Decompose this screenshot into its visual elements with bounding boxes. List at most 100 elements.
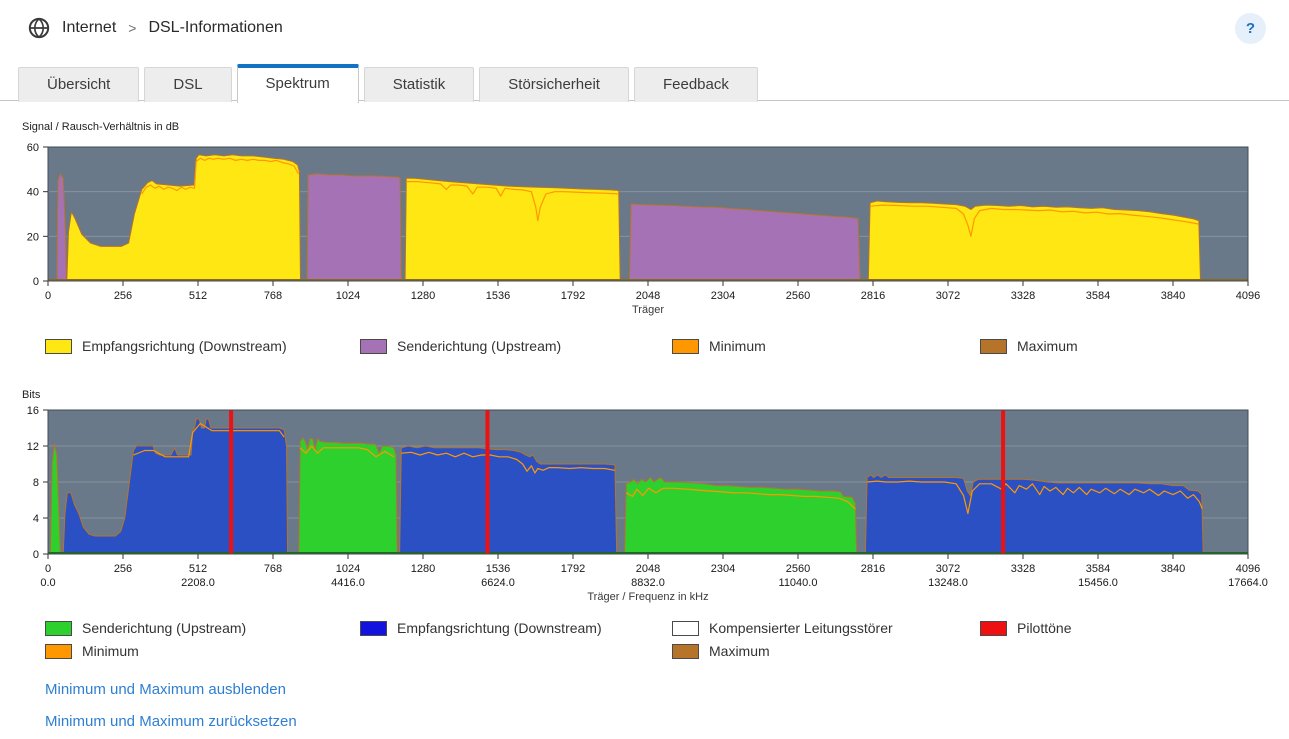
svg-text:3584: 3584 [1086, 563, 1110, 575]
svg-text:2816: 2816 [861, 563, 885, 575]
svg-text:3840: 3840 [1161, 290, 1185, 302]
svg-text:Träger / Frequenz in kHz: Träger / Frequenz in kHz [587, 591, 708, 603]
svg-text:4416.0: 4416.0 [331, 577, 365, 589]
breadcrumb-page: DSL-Informationen [148, 19, 283, 36]
svg-text:2560: 2560 [786, 290, 810, 302]
breadcrumb-section[interactable]: Internet [62, 19, 116, 37]
legend-item: Empfangsrichtung (Downstream) [45, 338, 287, 354]
legend-swatch [980, 338, 1007, 354]
legend-item: Empfangsrichtung (Downstream) [360, 620, 602, 636]
svg-text:2560: 2560 [786, 563, 810, 575]
legend-swatch [672, 620, 699, 636]
svg-text:13248.0: 13248.0 [928, 577, 968, 589]
legend-label: Empfangsrichtung (Downstream) [82, 338, 287, 354]
tab-statistik[interactable]: Statistik [363, 67, 475, 102]
svg-text:512: 512 [189, 290, 207, 302]
svg-text:8: 8 [33, 477, 39, 489]
svg-text:2304: 2304 [711, 563, 735, 575]
legend-item: Senderichtung (Upstream) [360, 338, 561, 354]
svg-text:3072: 3072 [936, 563, 960, 575]
svg-text:4096: 4096 [1236, 290, 1260, 302]
svg-text:Träger: Träger [632, 304, 664, 316]
legend-swatch [980, 620, 1007, 636]
svg-text:1280: 1280 [411, 290, 435, 302]
legend-swatch [672, 338, 699, 354]
legend-swatch [45, 620, 72, 636]
legend-swatch [45, 643, 72, 659]
legend-label: Kompensierter Leitungsstörer [709, 620, 893, 636]
legend-item: Senderichtung (Upstream) [45, 620, 246, 636]
reset-min-max-link[interactable]: Minimum und Maximum zurücksetzen [45, 713, 297, 730]
bit-allocation-chart: 0 256 512 768 1024 1280 1536 1792 2048 2304 2560 28… [27, 405, 1268, 603]
legend-swatch [672, 643, 699, 659]
snr-spectrum-chart: 0 256 512 768 1024 1280 1536 1792 2048 2304 2560 28… [27, 142, 1260, 316]
breadcrumb-separator-icon: > [128, 20, 137, 36]
svg-text:2048: 2048 [636, 290, 660, 302]
svg-text:6624.0: 6624.0 [481, 577, 515, 589]
legend-label: Minimum [82, 643, 139, 659]
legend-label: Empfangsrichtung (Downstream) [397, 620, 602, 636]
svg-text:256: 256 [114, 290, 132, 302]
svg-text:40: 40 [27, 187, 39, 199]
bits-legend: Senderichtung (Upstream) Empfangsrichtung… [0, 620, 1289, 665]
svg-text:4: 4 [33, 513, 39, 525]
snr-legend: Empfangsrichtung (Downstream) Senderichtu… [0, 338, 1289, 358]
snr-chart-title: Signal / Rausch-Verhältnis in dB [22, 121, 180, 133]
breadcrumb: Internet > DSL-Informationen [28, 17, 283, 39]
svg-text:0: 0 [33, 549, 39, 561]
tab-spektrum[interactable]: Spektrum [236, 64, 359, 103]
tab-stoersicherheit[interactable]: Störsicherheit [479, 67, 629, 102]
svg-text:1792: 1792 [561, 563, 585, 575]
svg-text:2304: 2304 [711, 290, 735, 302]
legend-item: Minimum [672, 338, 766, 354]
tab-feedback[interactable]: Feedback [633, 67, 758, 102]
legend-label: Maximum [1017, 338, 1078, 354]
legend-item: Maximum [980, 338, 1078, 354]
bits-chart-title: Bits [22, 389, 41, 401]
svg-text:12: 12 [27, 441, 39, 453]
svg-text:15456.0: 15456.0 [1078, 577, 1118, 589]
svg-text:768: 768 [264, 290, 282, 302]
svg-text:11040.0: 11040.0 [779, 577, 818, 589]
tab-uebersicht[interactable]: Übersicht [18, 67, 140, 102]
svg-text:0: 0 [45, 290, 51, 302]
legend-item: Pilottöne [980, 620, 1071, 636]
legend-swatch [360, 338, 387, 354]
svg-text:1024: 1024 [336, 563, 360, 575]
svg-text:3072: 3072 [936, 290, 960, 302]
svg-text:256: 256 [114, 563, 132, 575]
svg-text:2208.0: 2208.0 [181, 577, 215, 589]
svg-text:3328: 3328 [1011, 563, 1035, 575]
legend-item: Minimum [45, 643, 139, 659]
svg-text:3584: 3584 [1086, 290, 1110, 302]
svg-text:768: 768 [264, 563, 282, 575]
svg-text:1536: 1536 [486, 563, 510, 575]
svg-text:1536: 1536 [486, 290, 510, 302]
svg-text:1024: 1024 [336, 290, 360, 302]
svg-text:1792: 1792 [561, 290, 585, 302]
svg-text:8832.0: 8832.0 [631, 577, 665, 589]
legend-label: Minimum [709, 338, 766, 354]
legend-label: Maximum [709, 643, 770, 659]
legend-label: Senderichtung (Upstream) [397, 338, 562, 354]
legend-item: Maximum [672, 643, 770, 659]
svg-text:0: 0 [45, 563, 51, 575]
svg-text:60: 60 [27, 142, 39, 154]
legend-swatch [45, 338, 72, 354]
svg-text:17664.0: 17664.0 [1228, 577, 1268, 589]
tab-dsl[interactable]: DSL [144, 67, 232, 102]
svg-text:3840: 3840 [1161, 563, 1185, 575]
legend-label: Senderichtung (Upstream) [82, 620, 247, 636]
internet-globe-icon [28, 17, 50, 39]
help-button[interactable]: ? [1235, 13, 1266, 44]
svg-text:20: 20 [27, 231, 39, 243]
legend-item: Kompensierter Leitungsstörer [672, 620, 893, 636]
hide-min-max-link[interactable]: Minimum und Maximum ausblenden [45, 681, 286, 698]
svg-text:4096: 4096 [1236, 563, 1260, 575]
svg-text:0: 0 [33, 276, 39, 288]
svg-text:3328: 3328 [1011, 290, 1035, 302]
svg-text:1280: 1280 [411, 563, 435, 575]
svg-text:16: 16 [27, 405, 39, 417]
tab-bar: Übersicht DSL Spektrum Statistik Störsicherh… [18, 62, 758, 103]
svg-text:2048: 2048 [636, 563, 660, 575]
